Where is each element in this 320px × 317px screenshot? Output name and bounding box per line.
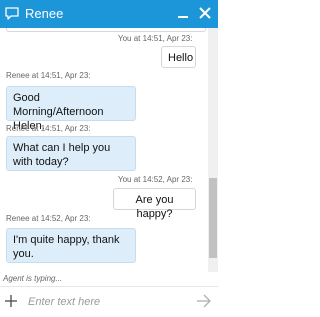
- user-message-bubble: Hello: [161, 46, 196, 68]
- agent-message-bubble: What can I help you with today?: [6, 136, 136, 171]
- message-meta: Renee at 14:52, Apr 23:: [6, 214, 91, 223]
- message-meta: You at 14:51, Apr 23:: [118, 34, 193, 43]
- message-input[interactable]: [28, 292, 188, 312]
- send-arrow-icon[interactable]: [196, 294, 212, 308]
- message-meta: Renee at 14:51, Apr 23:: [6, 124, 91, 133]
- chat-bubble-icon: [5, 7, 19, 20]
- minimize-icon[interactable]: [175, 5, 191, 21]
- message-meta: You at 14:52, Apr 23:: [118, 175, 193, 184]
- agent-message-bubble: Good Morning/Afternoon Helen.: [6, 86, 136, 132]
- close-icon[interactable]: [197, 5, 213, 21]
- message-meta: Renee at 14:51, Apr 23:: [6, 71, 91, 80]
- previous-message-edge: [6, 28, 206, 32]
- typing-indicator: Agent is typing...: [3, 274, 63, 283]
- agent-message-bubble: I'm quite happy, thank you.: [6, 228, 136, 263]
- composer: [0, 287, 218, 317]
- plus-icon[interactable]: [4, 294, 18, 308]
- user-message-bubble: Are you happy?: [113, 188, 196, 220]
- chat-title: Renee: [25, 6, 64, 21]
- message-list[interactable]: You at 14:51, Apr 23: Hello Renee at 14:…: [0, 28, 218, 272]
- chat-header: Renee: [0, 0, 218, 28]
- scrollbar-thumb[interactable]: [209, 178, 217, 258]
